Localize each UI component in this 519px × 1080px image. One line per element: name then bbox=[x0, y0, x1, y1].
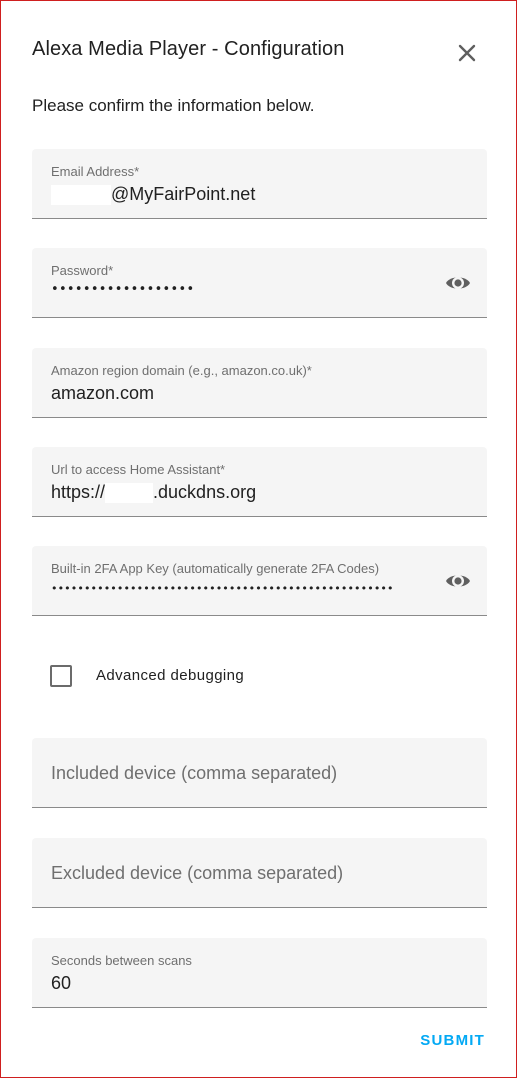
scan-interval-field[interactable]: Seconds between scans 60 bbox=[32, 938, 487, 1008]
email-label: Email Address* bbox=[51, 164, 140, 179]
url-value-row: https:// .duckdns.org bbox=[51, 482, 257, 504]
excluded-devices-field[interactable]: Excluded device (comma separated) bbox=[32, 838, 487, 908]
twofa-field[interactable]: Built-in 2FA App Key (automatically gene… bbox=[32, 546, 487, 616]
email-value-row: @MyFairPoint.net bbox=[51, 184, 256, 206]
eye-icon bbox=[446, 575, 470, 587]
excluded-devices-placeholder: Excluded device (comma separated) bbox=[51, 863, 344, 883]
email-value: @MyFairPoint.net bbox=[111, 184, 256, 204]
redacted-area bbox=[51, 185, 111, 206]
advanced-debugging-label: Advanced debugging bbox=[96, 667, 245, 684]
twofa-value: ••••••••••••••••••••••••••••••••••••••••… bbox=[51, 582, 394, 595]
url-label: Url to access Home Assistant* bbox=[51, 462, 226, 477]
toggle-twofa-visibility[interactable] bbox=[444, 567, 472, 595]
url-prefix: https:// bbox=[51, 482, 106, 502]
email-field[interactable]: Email Address* @MyFairPoint.net bbox=[32, 149, 487, 219]
close-icon bbox=[458, 44, 476, 62]
submit-button[interactable]: SUBMIT bbox=[420, 1032, 485, 1049]
region-label: Amazon region domain (e.g., amazon.co.uk… bbox=[51, 363, 312, 378]
advanced-debugging-checkbox[interactable] bbox=[50, 665, 72, 687]
close-button[interactable] bbox=[453, 39, 481, 67]
twofa-label: Built-in 2FA App Key (automatically gene… bbox=[51, 561, 380, 576]
region-value: amazon.com bbox=[51, 383, 155, 403]
url-suffix: .duckdns.org bbox=[153, 482, 257, 502]
password-value: •••••••••••••••••• bbox=[51, 282, 195, 297]
redacted-area bbox=[105, 483, 154, 504]
dialog-description: Please confirm the information below. bbox=[32, 96, 315, 115]
included-devices-placeholder: Included device (comma separated) bbox=[51, 763, 338, 783]
configuration-dialog: Alexa Media Player - Configuration Pleas… bbox=[0, 0, 517, 1078]
url-field[interactable]: Url to access Home Assistant* https:// .d… bbox=[32, 447, 487, 517]
password-label: Password* bbox=[51, 263, 114, 278]
toggle-password-visibility[interactable] bbox=[444, 269, 472, 297]
dialog-title: Alexa Media Player - Configuration bbox=[32, 38, 345, 60]
password-field[interactable]: Password* •••••••••••••••••• bbox=[32, 248, 487, 318]
scan-interval-label: Seconds between scans bbox=[51, 953, 192, 968]
scan-interval-value: 60 bbox=[51, 973, 72, 993]
eye-icon bbox=[446, 277, 470, 289]
region-field[interactable]: Amazon region domain (e.g., amazon.co.uk… bbox=[32, 348, 487, 418]
included-devices-field[interactable]: Included device (comma separated) bbox=[32, 738, 487, 808]
